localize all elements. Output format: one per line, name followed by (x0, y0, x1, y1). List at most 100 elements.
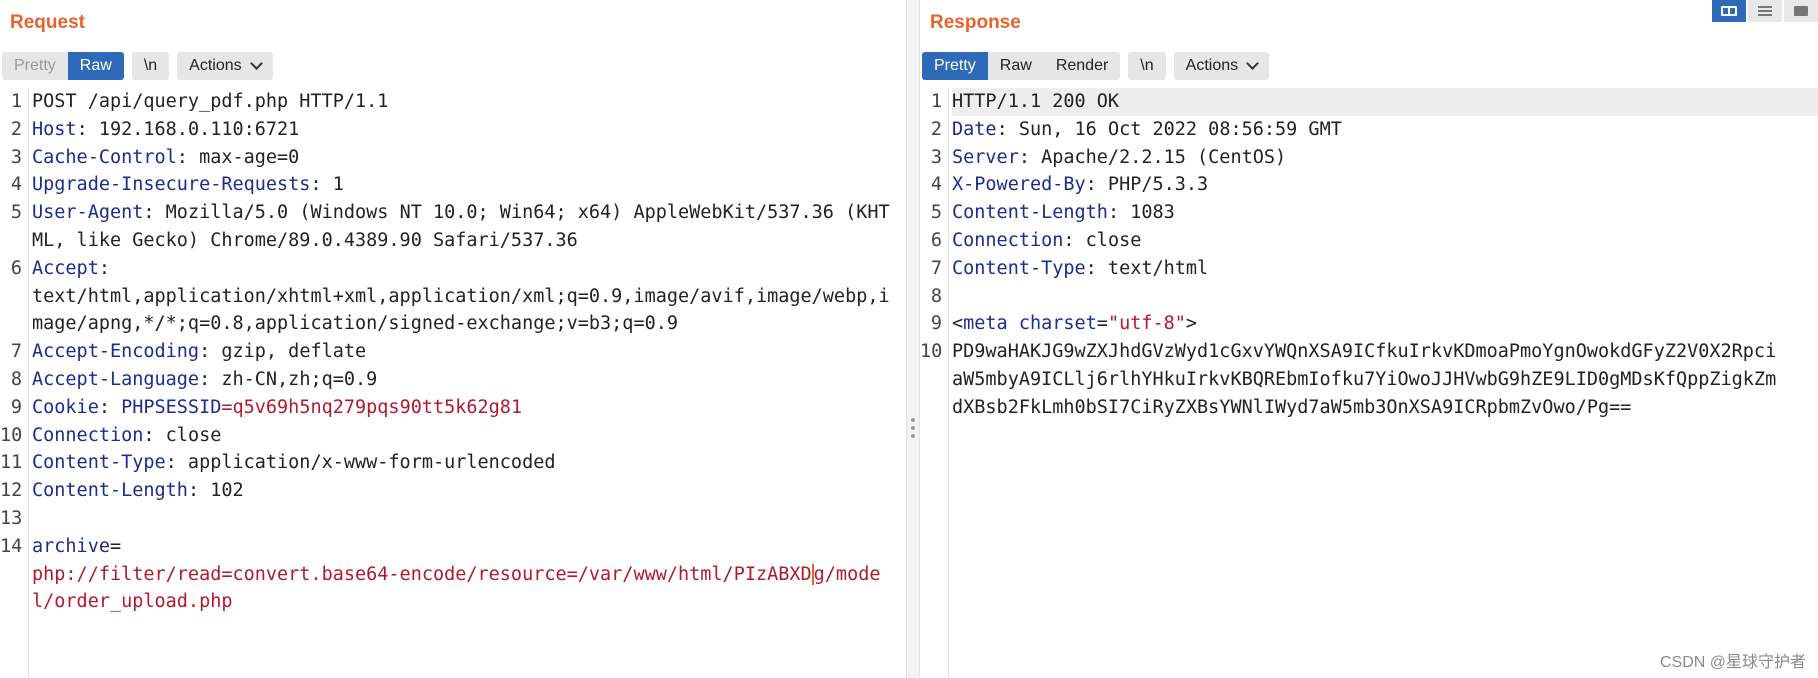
code-line[interactable]: 1 POST /api/query_pdf.php HTTP/1.1 (0, 88, 906, 116)
request-tab-pretty[interactable]: Pretty (2, 52, 68, 80)
response-view-tabs: Pretty Raw Render (922, 52, 1121, 80)
split-vertical-button[interactable] (1748, 0, 1782, 22)
line-text: Accept-Encoding: gzip, deflate (32, 338, 906, 366)
code-line[interactable]: 1 HTTP/1.1 200 OK (920, 88, 1818, 116)
response-newline-toggle[interactable]: \n (1128, 52, 1166, 80)
code-line[interactable]: 4 Upgrade-Insecure-Requests: 1 (0, 171, 906, 199)
code-line[interactable]: 14 archive= php://filter/read=convert.bas… (0, 533, 906, 616)
line-text: Date: Sun, 16 Oct 2022 08:56:59 GMT (952, 116, 1818, 144)
code-line[interactable]: 5 User-Agent: Mozilla/5.0 (Windows NT 10.… (0, 199, 906, 255)
response-title: Response (930, 12, 1021, 33)
line-text: Accept: text/html,application/xhtml+xml,… (32, 255, 906, 338)
code-line[interactable]: 3 Cache-Control: max-age=0 (0, 144, 906, 172)
code-line[interactable]: 12 Content-Length: 102 (0, 477, 906, 505)
line-number: 6 (930, 229, 942, 251)
plain-text: HTTP/1.1 200 OK (952, 91, 1120, 112)
response-editor[interactable]: 1 HTTP/1.1 200 OK 2 Date: Sun, 16 Oct 2022 … (920, 88, 1818, 678)
plain-text: : (98, 396, 122, 418)
chevron-down-icon (1246, 57, 1259, 70)
code-line[interactable]: 7 Content-Type: text/html (920, 255, 1818, 283)
single-pane-button[interactable] (1784, 0, 1818, 22)
line-number: 4 (10, 174, 22, 196)
line-text: User-Agent: Mozilla/5.0 (Windows NT 10.0… (32, 199, 906, 255)
line-number: 4 (930, 174, 942, 196)
plain-text: : text/html (1085, 257, 1209, 279)
header-name: PHPSESSID (121, 396, 222, 418)
code-line[interactable]: 10 Connection: close (0, 422, 906, 450)
plain-text: : max-age=0 (176, 146, 300, 168)
plain-text: : PHP/5.3.3 (1085, 174, 1209, 196)
line-number: 10 (920, 341, 943, 363)
code-line[interactable]: 9 Cookie: PHPSESSID=q5v69h5nq279pqs90tt5k… (0, 394, 906, 422)
line-number: 8 (930, 285, 942, 307)
code-line[interactable]: 8 (920, 283, 1818, 311)
header-name: Cache-Control (32, 146, 177, 168)
single-pane-icon (1794, 6, 1808, 16)
chevron-down-icon (249, 57, 263, 70)
header-name: Content-Type (952, 257, 1086, 279)
response-tab-pretty[interactable]: Pretty (922, 52, 988, 80)
request-editor[interactable]: 1 POST /api/query_pdf.php HTTP/1.1 2 Host: … (0, 88, 906, 678)
plain-text: = (1096, 313, 1108, 335)
code-line[interactable]: 10 PD9waHAKJG9wZXJhdGVzWyd1cGxvYWQnXSA9IC… (920, 338, 1818, 421)
header-name: Date (952, 118, 997, 140)
line-text (952, 283, 1818, 311)
line-number: 9 (930, 313, 942, 335)
header-name: Upgrade-Insecure-Requests (32, 174, 311, 196)
line-text: Accept-Language: zh-CN,zh;q=0.9 (32, 366, 906, 394)
plain-text: : 1083 (1107, 202, 1175, 224)
code-line[interactable]: 13 (0, 505, 906, 533)
code-line[interactable]: 3 Server: Apache/2.2.15 (CentOS) (920, 144, 1818, 172)
line-text (32, 505, 906, 533)
watermark: CSDN @星球守护者 (1659, 654, 1806, 671)
code-line[interactable]: 8 Accept-Language: zh-CN,zh;q=0.9 (0, 366, 906, 394)
line-text: Connection: close (952, 227, 1818, 255)
line-number: 3 (10, 146, 22, 168)
line-text: Content-Length: 102 (32, 477, 906, 505)
line-number: 2 (930, 118, 942, 140)
request-view-tabs: Pretty Raw (2, 52, 124, 80)
plain-text: : gzip, deflate (199, 341, 367, 363)
request-tab-raw[interactable]: Raw (67, 52, 124, 80)
line-number: 12 (0, 480, 23, 502)
header-name: Connection (952, 229, 1064, 251)
line-number: 6 (10, 257, 22, 279)
plain-text: : 1 (310, 174, 344, 196)
plain-text: : close (143, 424, 222, 446)
split-horizontal-icon (1721, 6, 1737, 16)
header-name: X-Powered-By (952, 174, 1086, 196)
header-name: Accept-Language (32, 368, 200, 390)
response-actions-button[interactable]: Actions (1173, 52, 1270, 80)
code-line[interactable]: 6 Accept: text/html,application/xhtml+xml… (0, 255, 906, 338)
line-text: Upgrade-Insecure-Requests: 1 (32, 171, 906, 199)
drag-handle-icon[interactable] (911, 418, 915, 442)
response-toolbar: Pretty Raw Render \n Actions (922, 52, 1270, 80)
code-line[interactable]: 2 Host: 192.168.0.110:6721 (0, 116, 906, 144)
response-tab-render[interactable]: Render (1043, 52, 1121, 80)
line-number: 10 (0, 424, 23, 446)
header-name: Accept-Encoding (32, 341, 200, 363)
line-number: 13 (0, 507, 23, 529)
code-line[interactable]: 2 Date: Sun, 16 Oct 2022 08:56:59 GMT (920, 116, 1818, 144)
header-name: Connection (32, 424, 144, 446)
plain-text: : close (1063, 229, 1142, 251)
header-name: Content-Type (32, 452, 166, 474)
plain-text: < (952, 313, 964, 335)
code-line[interactable]: 7 Accept-Encoding: gzip, deflate (0, 338, 906, 366)
header-name: Accept (32, 257, 99, 279)
line-text: archive= php://filter/read=convert.base6… (32, 533, 906, 616)
code-line[interactable]: 4 X-Powered-By: PHP/5.3.3 (920, 171, 1818, 199)
line-number: 8 (10, 368, 22, 390)
line-number: 7 (930, 257, 942, 279)
line-text: Content-Type: text/html (952, 255, 1818, 283)
line-number: 5 (10, 202, 22, 224)
code-line[interactable]: 5 Content-Length: 1083 (920, 199, 1818, 227)
code-line[interactable]: 9 <meta charset="utf-8"> (920, 310, 1818, 338)
response-tab-raw[interactable]: Raw (987, 52, 1044, 80)
pane-divider[interactable] (906, 0, 920, 678)
split-horizontal-button[interactable] (1712, 0, 1746, 22)
request-actions-button[interactable]: Actions (177, 52, 273, 80)
request-newline-toggle[interactable]: \n (131, 52, 170, 80)
code-line[interactable]: 6 Connection: close (920, 227, 1818, 255)
code-line[interactable]: 11 Content-Type: application/x-www-form-u… (0, 449, 906, 477)
